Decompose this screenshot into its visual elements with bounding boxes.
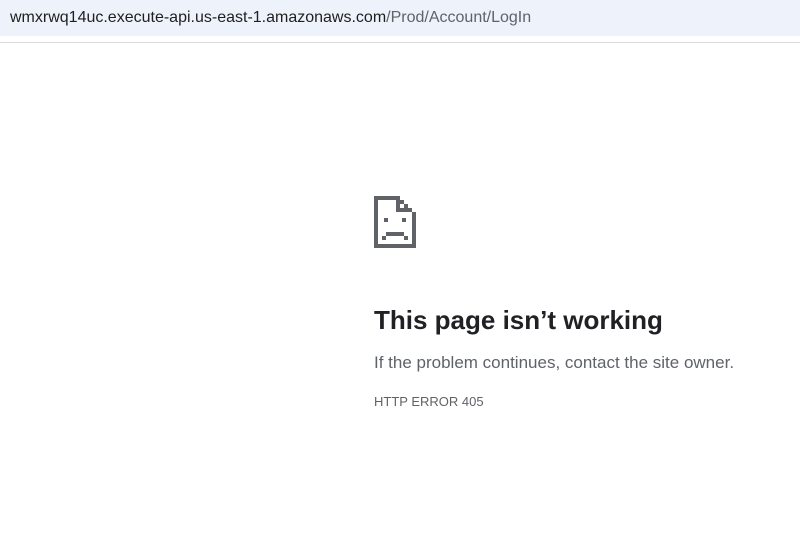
toolbar-divider [0, 42, 800, 43]
address-bar[interactable]: wmxrwq14uc.execute-api.us-east-1.amazona… [0, 0, 800, 36]
error-content: This page isn’t working If the problem c… [374, 196, 794, 410]
url-host[interactable]: wmxrwq14uc.execute-api.us-east-1.amazona… [10, 9, 386, 27]
url-path[interactable]: /Prod/Account/LogIn [386, 9, 531, 27]
error-message: If the problem continues, contact the si… [374, 353, 735, 372]
sad-page-icon [374, 196, 416, 248]
error-code: HTTP ERROR 405 [374, 394, 484, 409]
error-title: This page isn’t working [374, 305, 663, 335]
